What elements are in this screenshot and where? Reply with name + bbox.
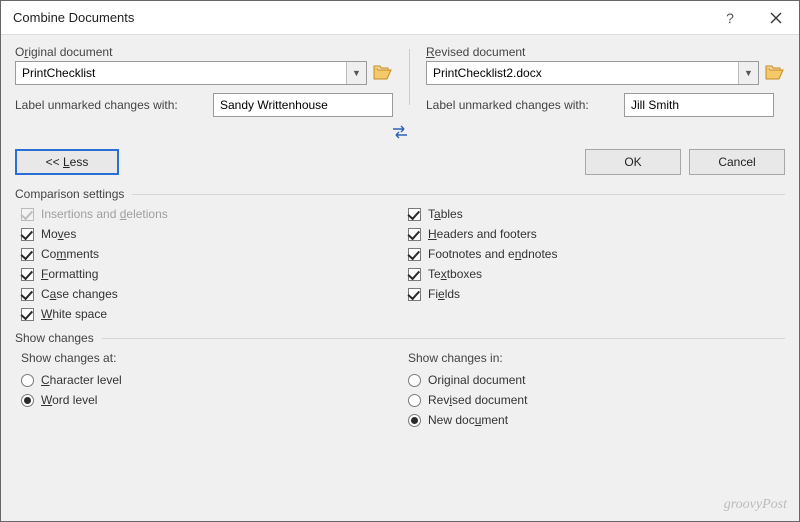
comparison-checkbox[interactable]: Moves (21, 227, 398, 241)
titlebar: Combine Documents ? (1, 1, 799, 35)
original-document-label: Original document (15, 45, 393, 59)
combine-documents-dialog: Combine Documents ? Original document ▼ (0, 0, 800, 522)
original-unmarked-input[interactable] (213, 93, 393, 117)
document-selection-row: Original document ▼ Label unm (15, 45, 785, 117)
revised-unmarked-label: Label unmarked changes with: (426, 98, 616, 112)
revised-document-label: Revised document (426, 45, 785, 59)
checkbox-icon (21, 248, 34, 261)
help-button[interactable]: ? (707, 1, 753, 35)
checkbox-label: Headers and footers (428, 227, 537, 241)
checkbox-icon (408, 288, 421, 301)
show-in-radio[interactable]: Original document (408, 373, 785, 387)
vertical-separator (409, 49, 410, 105)
show-changes-group: Show changes at: Character level Word lev… (15, 347, 785, 433)
show-in-radio[interactable]: New document (408, 413, 785, 427)
show-changes-title: Show changes (15, 331, 785, 345)
show-changes-in-heading: Show changes in: (408, 351, 785, 365)
radio-icon (408, 374, 421, 387)
checkbox-icon (21, 308, 34, 321)
comparison-checkbox[interactable]: White space (21, 307, 398, 321)
checkbox-icon (21, 268, 34, 281)
checkbox-icon (408, 268, 421, 281)
comparison-checkbox[interactable]: Footnotes and endnotes (408, 247, 785, 261)
comparison-checkbox[interactable]: Textboxes (408, 267, 785, 281)
radio-label: Character level (41, 373, 122, 387)
cancel-button[interactable]: Cancel (689, 149, 785, 175)
checkbox-label: Tables (428, 207, 463, 221)
folder-open-icon (765, 64, 785, 82)
checkbox-label: Case changes (41, 287, 118, 301)
checkbox-label: Fields (428, 287, 460, 301)
checkbox-icon (408, 208, 421, 221)
radio-icon (21, 394, 34, 407)
close-button[interactable] (753, 1, 799, 35)
radio-label: Original document (428, 373, 525, 387)
chevron-down-icon[interactable]: ▼ (346, 62, 366, 84)
checkbox-label: Comments (41, 247, 99, 261)
chevron-down-icon[interactable]: ▼ (738, 62, 758, 84)
comparison-checkbox[interactable]: Formatting (21, 267, 398, 281)
action-buttons-row: << Less OK Cancel (15, 149, 785, 175)
show-at-radio[interactable]: Character level (21, 373, 398, 387)
browse-revised-button[interactable] (765, 64, 785, 82)
checkbox-label: Moves (41, 227, 76, 241)
original-document-combo[interactable]: ▼ (15, 61, 367, 85)
show-at-radio[interactable]: Word level (21, 393, 398, 407)
comparison-checkbox[interactable]: Case changes (21, 287, 398, 301)
comparison-checkbox[interactable]: Headers and footers (408, 227, 785, 241)
radio-icon (408, 394, 421, 407)
browse-original-button[interactable] (373, 64, 393, 82)
dialog-content: Original document ▼ Label unm (1, 35, 799, 521)
less-button[interactable]: << Less (15, 149, 119, 175)
radio-label: New document (428, 413, 508, 427)
checkbox-icon (21, 288, 34, 301)
checkbox-label: Formatting (41, 267, 98, 281)
original-document-column: Original document ▼ Label unm (15, 45, 393, 117)
radio-label: Revised document (428, 393, 527, 407)
comparison-checkbox[interactable]: Tables (408, 207, 785, 221)
original-document-input[interactable] (16, 62, 346, 84)
comparison-checkbox[interactable]: Comments (21, 247, 398, 261)
comparison-checkbox: Insertions and deletions (21, 207, 398, 221)
folder-open-icon (373, 64, 393, 82)
revised-document-input[interactable] (427, 62, 738, 84)
radio-icon (408, 414, 421, 427)
checkbox-label: Insertions and deletions (41, 207, 168, 221)
window-title: Combine Documents (13, 10, 707, 25)
checkbox-icon (21, 228, 34, 241)
original-unmarked-label: Label unmarked changes with: (15, 98, 205, 112)
show-changes-at-heading: Show changes at: (21, 351, 398, 365)
checkbox-icon (408, 248, 421, 261)
show-in-radio[interactable]: Revised document (408, 393, 785, 407)
checkbox-icon (408, 228, 421, 241)
revised-document-combo[interactable]: ▼ (426, 61, 759, 85)
revised-document-column: Revised document ▼ Label unma (426, 45, 785, 117)
comparison-checkbox[interactable]: Fields (408, 287, 785, 301)
close-icon (770, 12, 782, 24)
watermark: groovyPost (724, 497, 787, 513)
comparison-settings-title: Comparison settings (15, 187, 785, 201)
radio-label: Word level (41, 393, 97, 407)
radio-icon (21, 374, 34, 387)
swap-arrows-icon (391, 125, 409, 139)
swap-documents-button[interactable] (15, 125, 785, 139)
checkbox-label: White space (41, 307, 107, 321)
checkbox-label: Footnotes and endnotes (428, 247, 557, 261)
ok-button[interactable]: OK (585, 149, 681, 175)
checkbox-icon (21, 208, 34, 221)
comparison-settings-group: Insertions and deletions Moves Comments For… (15, 203, 785, 327)
checkbox-label: Textboxes (428, 267, 482, 281)
revised-unmarked-input[interactable] (624, 93, 774, 117)
